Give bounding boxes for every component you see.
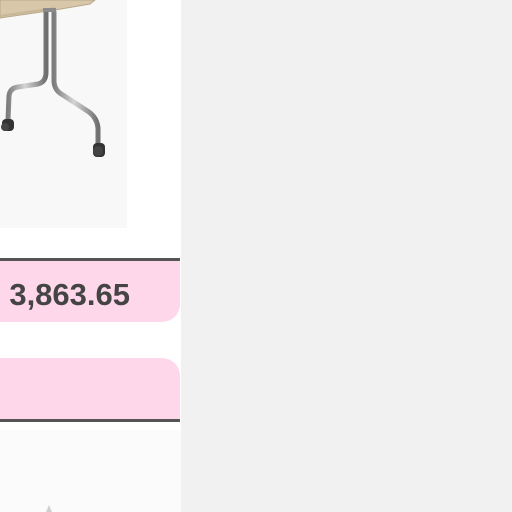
next-product-card[interactable] — [0, 430, 181, 512]
table-with-metal-legs-and-casters-icon — [0, 0, 127, 228]
price-panel: 3,863.65 — [0, 258, 180, 322]
product-action-panel[interactable] — [0, 358, 180, 422]
cursor-arrow-icon — [46, 505, 52, 512]
product-image[interactable] — [0, 0, 127, 228]
page: 3,863.65 — [0, 0, 512, 512]
product-price: 3,863.65 — [9, 277, 130, 312]
product-column: 3,863.65 — [0, 0, 181, 512]
